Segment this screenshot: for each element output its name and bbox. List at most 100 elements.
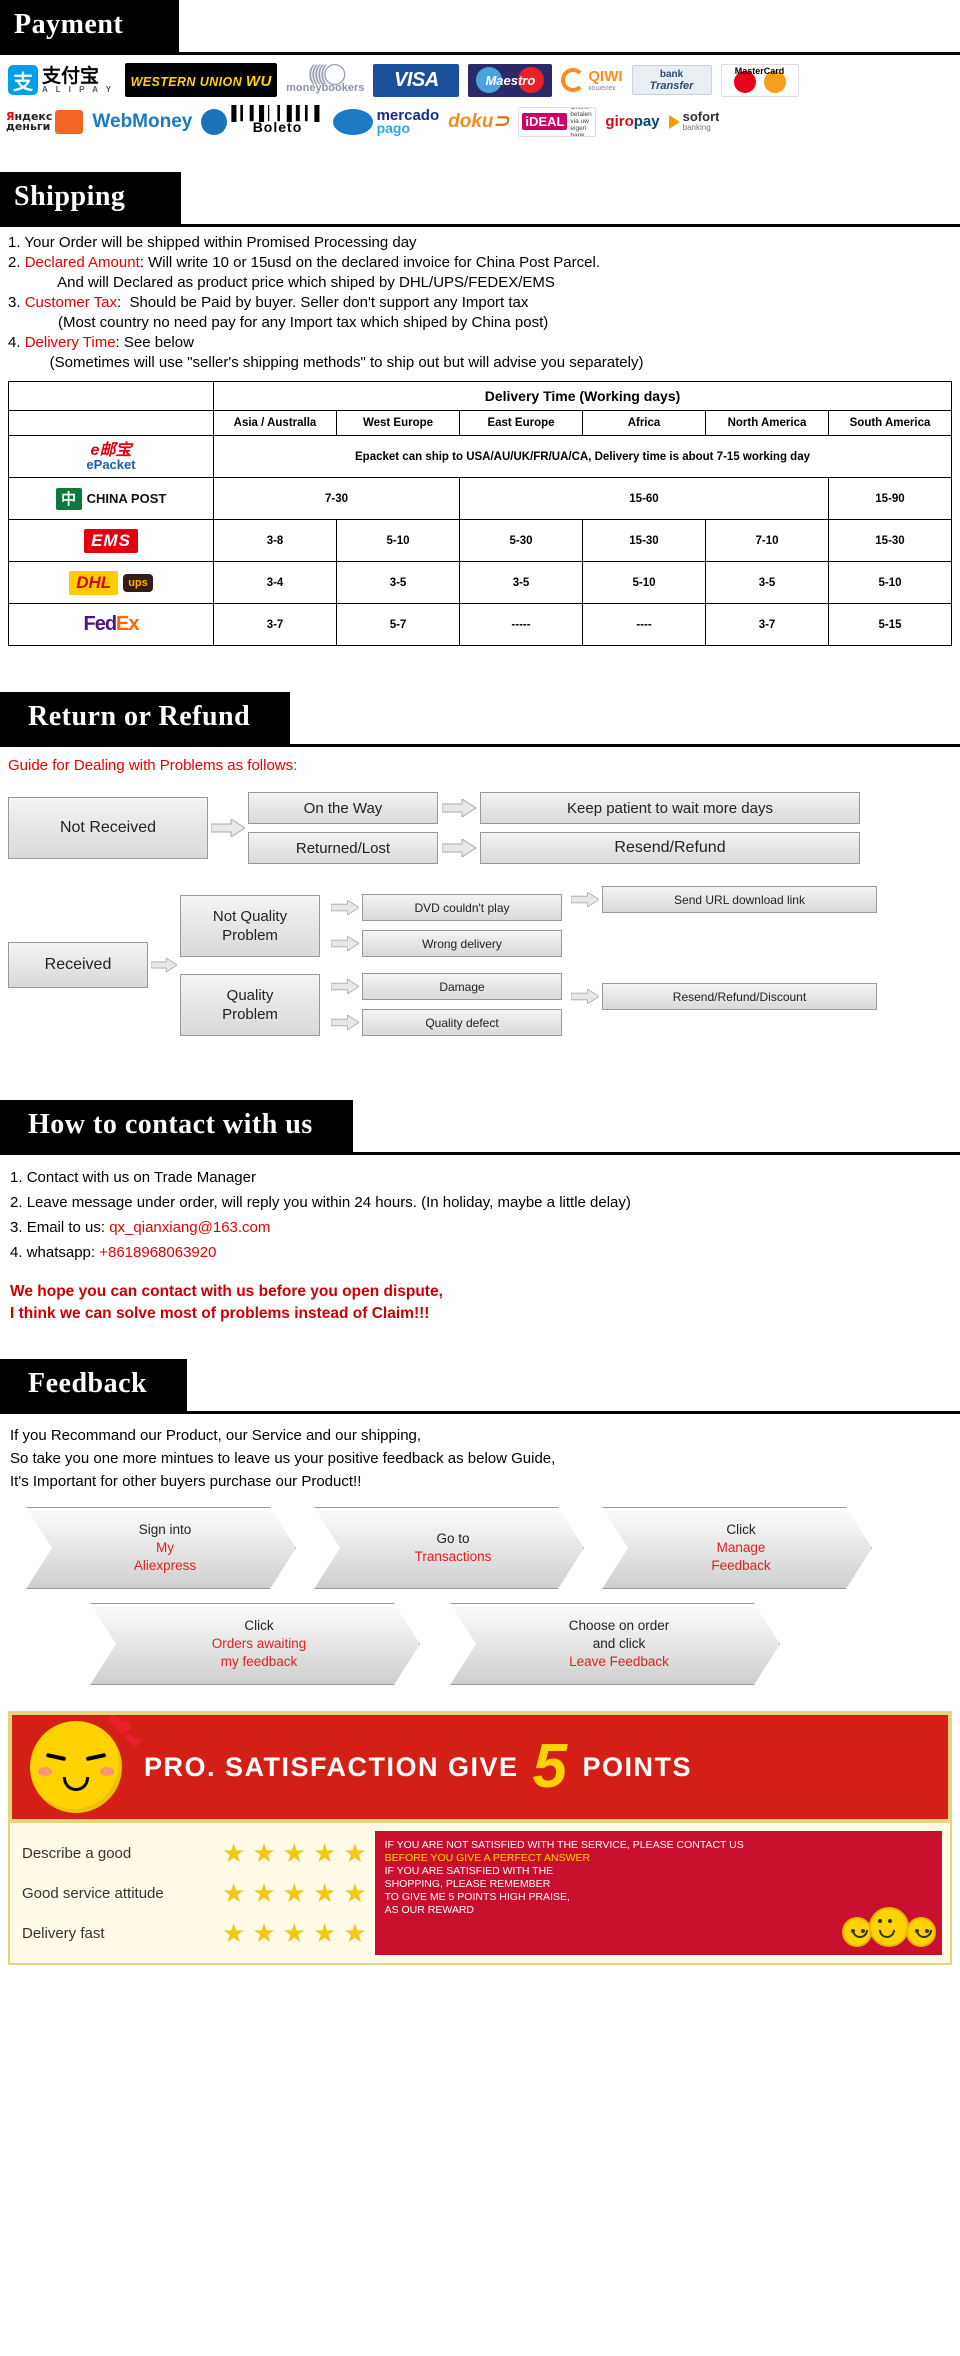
western-union-logo: WESTERN UNION WU moving money for better (125, 63, 278, 97)
flow-quality-problem: Quality Problem (180, 973, 320, 1036)
star-icon[interactable]: ★ (283, 1880, 306, 1906)
delivery-cell: 15-30 (582, 519, 706, 562)
star-icon[interactable]: ★ (313, 1920, 336, 1946)
sofort-triangle-icon (668, 114, 680, 129)
payment-logos-row-1: 支 支付宝 A L I P A Y WESTERN UNION WU movin… (0, 55, 960, 97)
star-icon[interactable]: ★ (222, 1920, 245, 1946)
delivery-cell: 7-30 (213, 477, 460, 520)
epacket-note: Epacket can ship to USA/AU/UK/FR/UA/CA, … (213, 435, 952, 478)
step-line-1: Choose on order (568, 1618, 670, 1633)
delivery-cell: 3-4 (213, 561, 337, 604)
feedback-intro: If you Recommand our Product, our Servic… (0, 1414, 960, 1493)
delivery-cell: 5-10 (336, 519, 460, 562)
qiwi-logo: QIWI кошелек (561, 63, 623, 97)
promo-big-number: 5 (532, 1732, 569, 1801)
webmoney-logo: WebMoney (92, 105, 193, 138)
delivery-cell: 7-10 (705, 519, 829, 562)
star-icon[interactable]: ★ (343, 1840, 366, 1866)
flow-arrow-icon (568, 892, 602, 907)
boleto-barcode-icon: ▌▎▍▌▏▎▌▍▎▌ (231, 105, 324, 123)
maestro-label: Maestro (485, 72, 536, 88)
smiley-icon (842, 1917, 873, 1947)
table-row-epacket: e邮宝 ePacket Epacket can ship to USA/AU/U… (8, 435, 952, 478)
contact-email[interactable]: qx_qianxiang@163.com (109, 1219, 270, 1236)
flow-on-the-way: On the Way (248, 792, 438, 824)
feedback-title: Feedback (0, 1359, 188, 1411)
step-line-2: Orders awaiting (211, 1636, 307, 1651)
star-icon[interactable]: ★ (252, 1920, 275, 1946)
flow-send-url: Send URL download link (602, 886, 877, 913)
return-title: Return or Refund (0, 692, 291, 744)
rating-label: Delivery fast (22, 1924, 105, 1942)
shipping-notes: 1. Your Order will be shipped within Pro… (0, 227, 960, 373)
bank-transfer-label: bank (659, 68, 684, 80)
flow-arrow-icon (328, 900, 362, 915)
dhl-label: DHL (69, 570, 119, 595)
flow-arrow-icon (328, 936, 362, 951)
flow-arrow-icon (438, 799, 480, 817)
feedback-intro-line: It's Important for other buyers purchase… (10, 1473, 362, 1490)
payment-section-header: Payment (0, 0, 960, 55)
payment-title: Payment (0, 0, 180, 52)
ideal-logo: iDEAL Online betalen via uw eigen bank (518, 106, 597, 137)
star-icon[interactable]: ★ (252, 1840, 275, 1866)
feedback-step: Choose on order and click Leave Feedback (450, 1603, 780, 1685)
boleto-label: Boleto (252, 119, 303, 135)
doku-logo: doku ⊃ (448, 105, 510, 138)
star-icon[interactable]: ★ (313, 1840, 336, 1866)
carrier-ems: EMS (8, 519, 214, 562)
feedback-step: Go to Transactions (314, 1507, 584, 1589)
flow-returned-lost: Returned/Lost (248, 832, 438, 864)
star-icon[interactable]: ★ (252, 1880, 275, 1906)
flow-received: Received (8, 942, 148, 988)
china-post-label: CHINA POST (86, 491, 167, 506)
star-icon[interactable]: ★ (222, 1840, 245, 1866)
flow-resend-refund-discount: Resend/Refund/Discount (602, 983, 877, 1010)
contact-item: 3. Email to us: qx_qianxiang@163.com (10, 1219, 271, 1236)
region-header: Africa (582, 410, 706, 436)
epacket-label-cn: e邮宝 (90, 441, 132, 459)
flow-not-received: Not Received (8, 797, 208, 859)
star-icon[interactable]: ★ (313, 1880, 336, 1906)
ratings-block: Describe a good ★ ★ ★ ★ ★ Good service a… (8, 1823, 952, 1965)
shipping-line: 3. Customer Tax: Should be Paid by buyer… (8, 294, 529, 311)
return-flow-diagram: Not Received On the Way Keep patient to … (0, 774, 960, 1044)
contact-whatsapp[interactable]: +8618968063920 (99, 1244, 216, 1261)
feedback-section-header: Feedback (0, 1359, 960, 1414)
flow-quality-line1: Quality (226, 986, 274, 1004)
table-corner-cell (8, 381, 214, 411)
star-icon[interactable]: ★ (343, 1880, 366, 1906)
star-icon[interactable]: ★ (283, 1840, 306, 1866)
star-icon[interactable]: ★ (283, 1920, 306, 1946)
visa-logo: VISA (373, 63, 460, 97)
carrier-fedex: FedEx (8, 603, 214, 646)
ratings-note-line: TO GIVE ME 5 POINTS HIGH PRAISE, (384, 1891, 570, 1903)
step-line-1: Sign into (138, 1522, 192, 1537)
mastercard-logo: MasterCard (720, 63, 799, 97)
rating-stars[interactable]: ★ ★ ★ ★ ★ (222, 1880, 367, 1906)
alipay-label: 支付宝 (42, 64, 100, 87)
qiwi-circle-icon (561, 68, 586, 92)
ratings-note-line: BEFORE YOU GIVE A PERFECT ANSWER (384, 1852, 591, 1864)
payment-logos-row-2: Яндекс деньги WebMoney ▌▎▍▌▏▎▌▍▎▌ Boleto… (0, 97, 960, 138)
yandex-money-logo: Яндекс деньги (6, 105, 84, 138)
carrier-china-post: 中 CHINA POST (8, 477, 214, 520)
maestro-logo: Maestro (468, 63, 553, 97)
star-icon[interactable]: ★ (222, 1880, 245, 1906)
giropay-label-2: pay (633, 113, 660, 130)
ratings-note-line: SHOPPING, PLEASE REMEMBER (384, 1878, 551, 1890)
delivery-cell: 15-90 (828, 477, 952, 520)
star-icon[interactable]: ★ (343, 1920, 366, 1946)
delivery-cell: 3-8 (213, 519, 337, 562)
table-row-main-header: Delivery Time (Working days) (8, 381, 952, 411)
visa-label: VISA (394, 68, 439, 91)
ratings-note: IF YOU ARE NOT SATISFIED WITH THE SERVIC… (374, 1831, 942, 1955)
contact-title: How to contact with us (0, 1100, 353, 1152)
smiley-face-icon (30, 1721, 122, 1813)
ideal-sublabel: Online betalen via uw eigen bank (570, 106, 592, 137)
bank-transfer-sublabel: Transfer (649, 79, 694, 92)
delivery-cell: 3-7 (213, 603, 337, 646)
rating-stars[interactable]: ★ ★ ★ ★ ★ (222, 1920, 367, 1946)
rating-stars[interactable]: ★ ★ ★ ★ ★ (222, 1840, 367, 1866)
delivery-cell: ----- (459, 603, 583, 646)
